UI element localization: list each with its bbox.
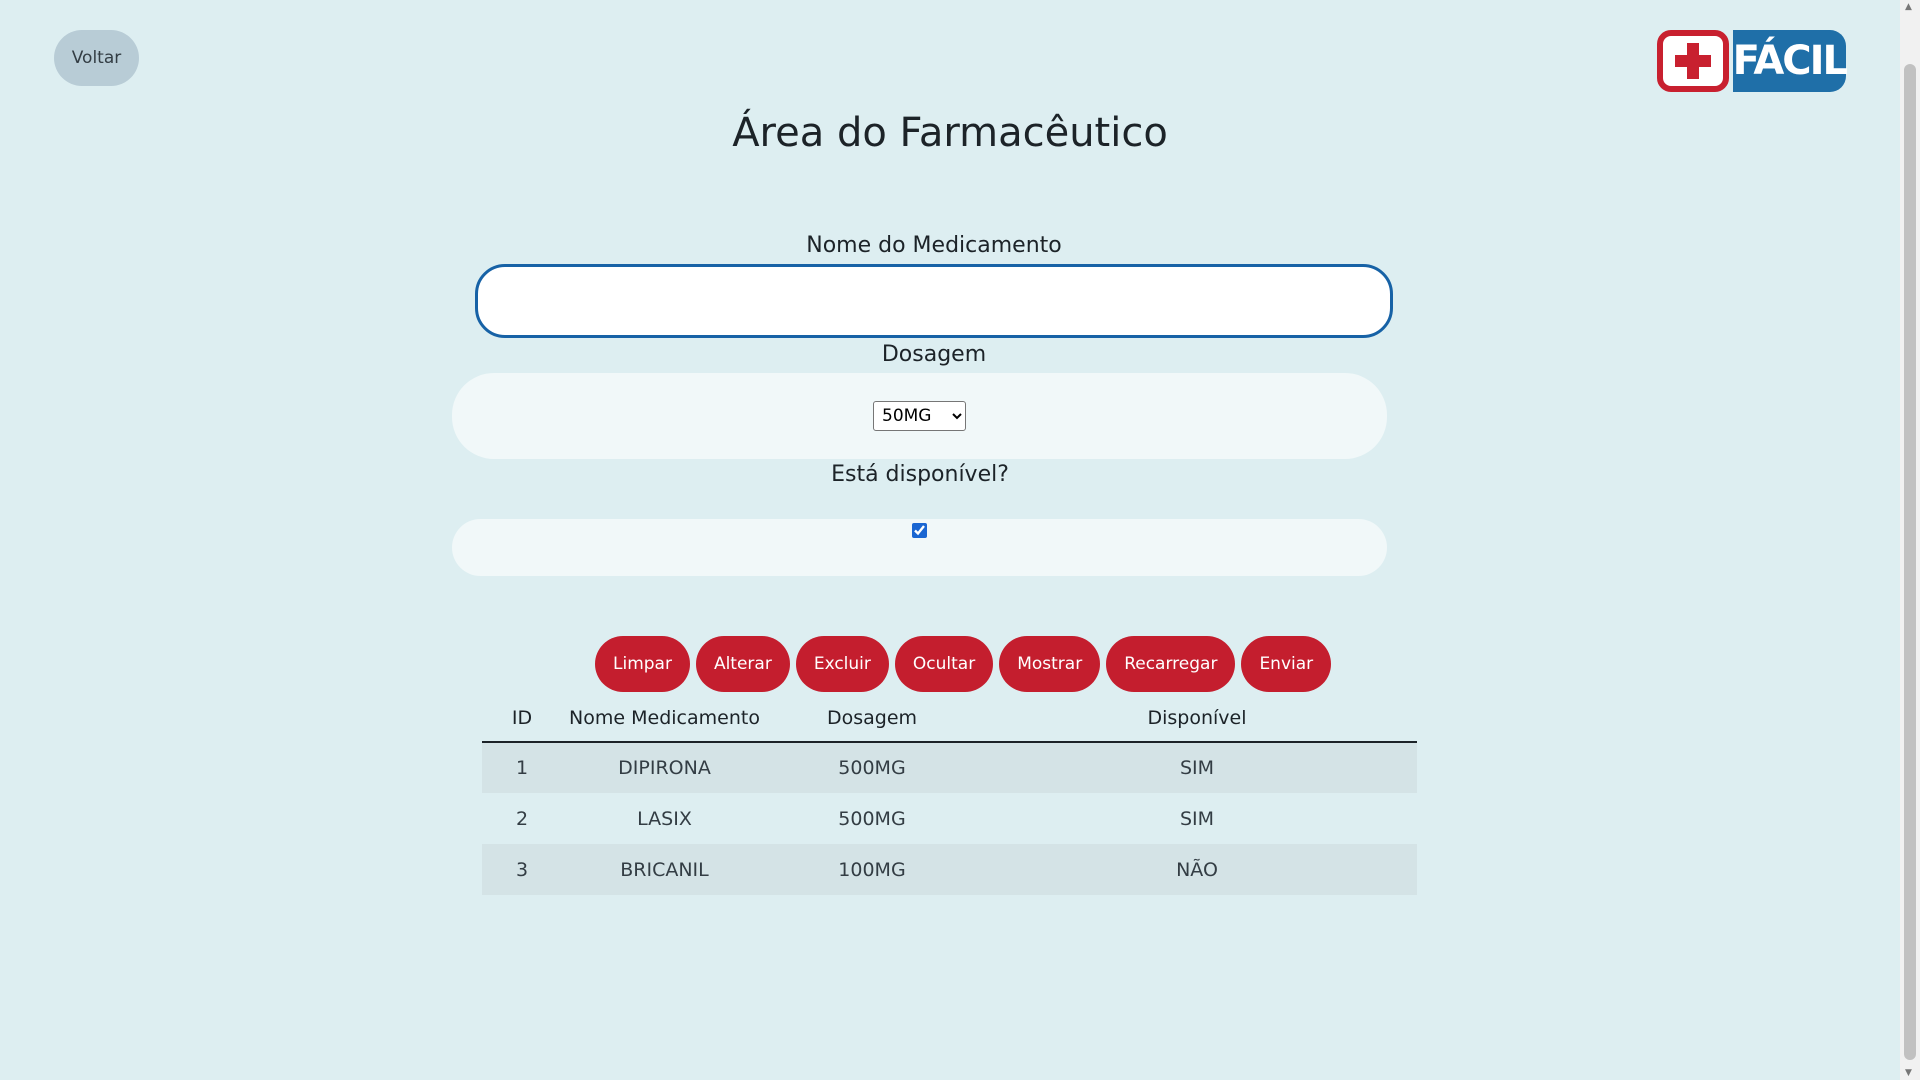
- cell-id: 1: [482, 742, 562, 793]
- scroll-up-icon[interactable]: ▲: [1905, 2, 1912, 12]
- medications-table: ID Nome Medicamento Dosagem Disponível 1…: [482, 694, 1417, 895]
- delete-button[interactable]: Excluir: [795, 636, 889, 692]
- scrollbar-thumb[interactable]: [1904, 64, 1916, 1060]
- availability-label: Está disponível?: [831, 462, 1009, 487]
- plus-icon: [1657, 30, 1729, 92]
- medication-name-label: Nome do Medicamento: [806, 233, 1062, 258]
- edit-button[interactable]: Alterar: [695, 636, 790, 692]
- send-button[interactable]: Enviar: [1241, 636, 1332, 692]
- table-header-row: ID Nome Medicamento Dosagem Disponível: [482, 694, 1417, 743]
- back-button[interactable]: Voltar: [54, 30, 139, 86]
- cell-name: LASIX: [637, 807, 692, 830]
- column-header-available: Disponível: [977, 694, 1417, 743]
- cell-available: SIM: [1179, 807, 1215, 830]
- cell-name: BRICANIL: [562, 844, 767, 895]
- page-title: Área do Farmacêutico: [732, 110, 1168, 156]
- cell-id: 3: [482, 844, 562, 895]
- table-row[interactable]: 3 BRICANIL 100MG NÃO: [482, 844, 1417, 895]
- availability-checkbox[interactable]: [912, 523, 927, 538]
- dosage-label: Dosagem: [881, 342, 987, 367]
- cell-dosage: 500MG: [838, 807, 906, 830]
- table-row[interactable]: 1 DIPIRONA 500MG SIM: [482, 742, 1417, 793]
- cell-dosage: 500MG: [767, 742, 977, 793]
- reload-button[interactable]: Recarregar: [1106, 636, 1236, 692]
- medication-name-input[interactable]: [475, 264, 1393, 338]
- cell-available: SIM: [977, 742, 1417, 793]
- column-header-name: Nome Medicamento: [562, 694, 767, 743]
- cell-name: DIPIRONA: [562, 742, 767, 793]
- hide-button[interactable]: Ocultar: [894, 636, 994, 692]
- cell-available: NÃO: [977, 844, 1417, 895]
- clear-button[interactable]: Limpar: [595, 636, 690, 692]
- action-buttons: Limpar Alterar Excluir Ocultar Mostrar R…: [595, 636, 1332, 692]
- column-header-dosage: Dosagem: [767, 694, 977, 743]
- logo-text: FÁCIL: [1732, 30, 1848, 92]
- show-button[interactable]: Mostrar: [999, 636, 1101, 692]
- scroll-down-icon[interactable]: ▼: [1905, 1068, 1912, 1078]
- vertical-scrollbar[interactable]: ▲ ▼: [1900, 0, 1920, 1080]
- cell-id: 2: [515, 807, 529, 830]
- app-logo: FÁCIL: [1657, 30, 1848, 92]
- cell-dosage: 100MG: [767, 844, 977, 895]
- table-row[interactable]: 2 LASIX 500MG SIM: [482, 793, 1417, 844]
- column-header-id: ID: [482, 694, 562, 743]
- dosage-select[interactable]: 50MG: [873, 401, 966, 431]
